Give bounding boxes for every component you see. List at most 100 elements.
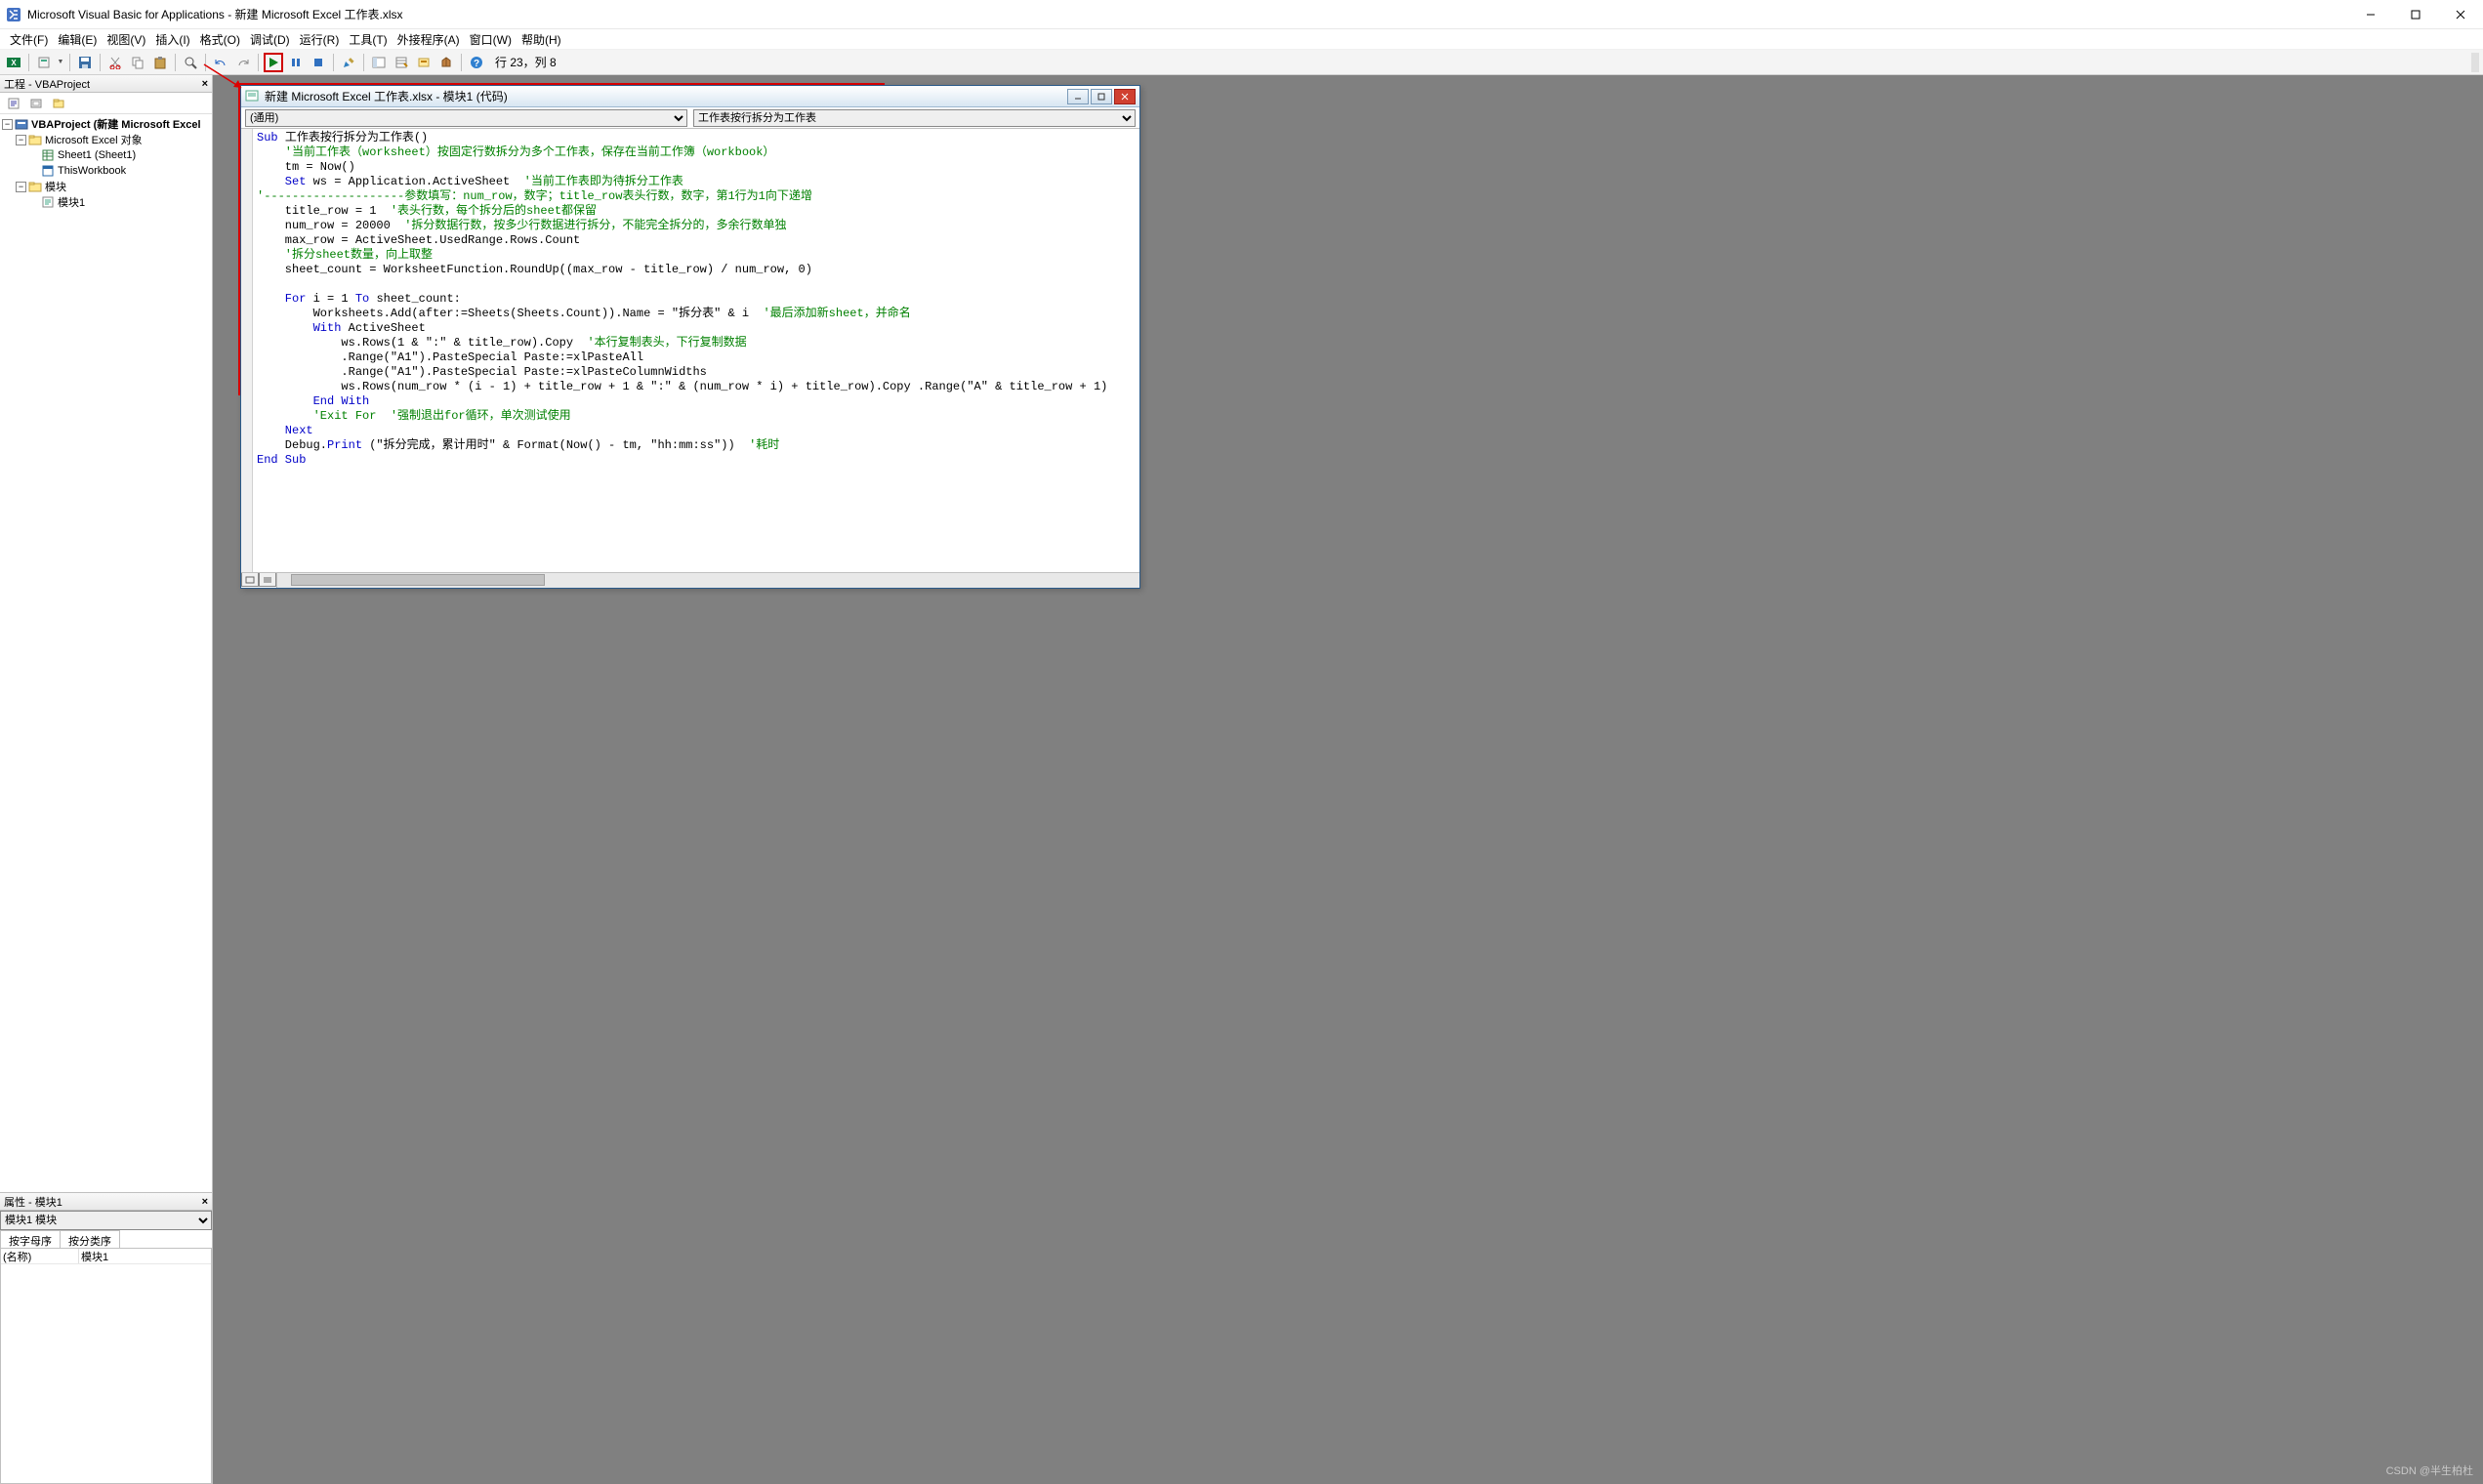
- project-icon: [15, 117, 28, 131]
- menu-format[interactable]: 格式(O): [196, 29, 244, 50]
- menu-help[interactable]: 帮助(H): [517, 29, 565, 50]
- menu-window[interactable]: 窗口(W): [466, 29, 516, 50]
- folder-icon: [28, 133, 42, 146]
- property-row[interactable]: (名称) 模块1: [1, 1249, 211, 1264]
- project-explorer-button[interactable]: [369, 53, 389, 72]
- tree-module1-label: 模块1: [58, 194, 85, 210]
- code-margin[interactable]: [241, 129, 253, 572]
- project-panel-title: 工程 - VBAProject: [4, 76, 90, 92]
- procedure-dropdown[interactable]: 工作表按行拆分为工作表: [693, 109, 1136, 127]
- menu-bar: 文件(F) 编辑(E) 视图(V) 插入(I) 格式(O) 调试(D) 运行(R…: [0, 29, 2483, 50]
- menu-edit[interactable]: 编辑(E): [54, 29, 101, 50]
- tree-modules-label: 模块: [45, 179, 66, 194]
- app-icon: [6, 7, 21, 22]
- paste-button[interactable]: [150, 53, 170, 72]
- tree-sheet1-label: Sheet1 (Sheet1): [58, 149, 136, 161]
- code-window-title: 新建 Microsoft Excel 工作表.xlsx - 模块1 (代码): [265, 88, 1067, 104]
- minimize-button[interactable]: [2348, 0, 2393, 29]
- scrollbar-thumb[interactable]: [291, 574, 545, 586]
- menu-file[interactable]: 文件(F): [6, 29, 52, 50]
- property-value[interactable]: 模块1: [79, 1249, 211, 1263]
- title-bar: Microsoft Visual Basic for Applications …: [0, 0, 2483, 29]
- watermark: CSDN @半生柏杜: [2386, 1463, 2473, 1478]
- properties-panel: 模块1 模块 按字母序 按分类序 (名称) 模块1: [0, 1211, 212, 1484]
- redo-button[interactable]: [233, 53, 253, 72]
- maximize-button[interactable]: [2393, 0, 2438, 29]
- code-window-maximize[interactable]: [1091, 89, 1112, 104]
- properties-grid[interactable]: (名称) 模块1: [0, 1248, 212, 1484]
- full-module-view-button[interactable]: [259, 573, 276, 587]
- tree-thisworkbook[interactable]: ThisWorkbook: [2, 163, 210, 179]
- menu-view[interactable]: 视图(V): [103, 29, 149, 50]
- sheet-icon: [41, 148, 55, 162]
- properties-panel-close[interactable]: ×: [202, 1196, 208, 1208]
- code-window-minimize[interactable]: [1067, 89, 1089, 104]
- menu-run[interactable]: 运行(R): [296, 29, 344, 50]
- project-tree[interactable]: − VBAProject (新建 Microsoft Excel − Micro…: [0, 114, 212, 1193]
- find-button[interactable]: [181, 53, 200, 72]
- properties-panel-title: 属性 - 模块1: [4, 1194, 62, 1210]
- toolbar-grip[interactable]: [2471, 53, 2479, 72]
- toggle-folders-button[interactable]: [49, 94, 68, 113]
- code-window-dropdowns: (通用) 工作表按行拆分为工作表: [241, 107, 1139, 129]
- project-toolbar: [0, 93, 212, 114]
- expand-icon[interactable]: −: [16, 182, 26, 192]
- tree-root[interactable]: − VBAProject (新建 Microsoft Excel: [2, 116, 210, 132]
- workbook-icon: [41, 164, 55, 178]
- window-controls: [2348, 0, 2483, 29]
- code-window-icon: [245, 89, 261, 104]
- code-window: 新建 Microsoft Excel 工作表.xlsx - 模块1 (代码) (…: [240, 85, 1140, 589]
- tree-thisworkbook-label: ThisWorkbook: [58, 165, 126, 177]
- view-excel-button[interactable]: X: [4, 53, 23, 72]
- tree-module1[interactable]: 模块1: [2, 194, 210, 210]
- code-window-titlebar[interactable]: 新建 Microsoft Excel 工作表.xlsx - 模块1 (代码): [241, 86, 1139, 107]
- procedure-view-button[interactable]: [241, 573, 259, 587]
- mdi-area: 新建 Microsoft Excel 工作表.xlsx - 模块1 (代码) (…: [213, 75, 2483, 1484]
- project-panel-header: 工程 - VBAProject ×: [0, 75, 212, 93]
- folder-icon: [28, 180, 42, 193]
- menu-addins[interactable]: 外接程序(A): [393, 29, 464, 50]
- view-object-button[interactable]: [26, 94, 46, 113]
- code-window-controls: [1067, 89, 1136, 104]
- menu-debug[interactable]: 调试(D): [246, 29, 294, 50]
- svg-text:?: ?: [474, 59, 479, 69]
- properties-tabs: 按字母序 按分类序: [0, 1230, 212, 1248]
- module-icon: [41, 195, 55, 209]
- main-area: 工程 - VBAProject × − VBAProject (新建 Micro…: [0, 75, 2483, 1484]
- break-button[interactable]: [286, 53, 306, 72]
- insert-dropdown-arrow[interactable]: ▼: [57, 53, 64, 72]
- project-panel-close[interactable]: ×: [202, 78, 208, 90]
- property-name: (名称): [1, 1249, 79, 1263]
- cut-button[interactable]: [105, 53, 125, 72]
- object-dropdown[interactable]: (通用): [245, 109, 687, 127]
- code-window-close[interactable]: [1114, 89, 1136, 104]
- expand-icon[interactable]: −: [2, 119, 13, 130]
- horizontal-scrollbar[interactable]: [276, 573, 1139, 588]
- code-editor[interactable]: Sub 工作表按行拆分为工作表() '当前工作表（worksheet）按固定行数…: [253, 129, 1139, 572]
- object-browser-button[interactable]: [414, 53, 434, 72]
- reset-button[interactable]: [309, 53, 328, 72]
- tree-sheet1[interactable]: Sheet1 (Sheet1): [2, 147, 210, 163]
- design-mode-button[interactable]: [339, 53, 358, 72]
- window-title: Microsoft Visual Basic for Applications …: [27, 6, 2348, 22]
- expand-icon[interactable]: −: [16, 135, 26, 145]
- undo-button[interactable]: [211, 53, 230, 72]
- tab-alphabetic[interactable]: 按字母序: [0, 1230, 60, 1248]
- save-button[interactable]: [75, 53, 95, 72]
- properties-panel-header: 属性 - 模块1 ×: [0, 1193, 212, 1211]
- properties-object-dropdown[interactable]: 模块1 模块: [0, 1211, 212, 1230]
- run-button[interactable]: [264, 53, 283, 72]
- close-button[interactable]: [2438, 0, 2483, 29]
- view-code-button[interactable]: [4, 94, 23, 113]
- properties-button[interactable]: [392, 53, 411, 72]
- help-button[interactable]: ?: [467, 53, 486, 72]
- toolbox-button[interactable]: [436, 53, 456, 72]
- copy-button[interactable]: [128, 53, 147, 72]
- insert-item-button[interactable]: [34, 53, 54, 72]
- menu-insert[interactable]: 插入(I): [151, 29, 193, 50]
- tree-objects-folder[interactable]: − Microsoft Excel 对象: [2, 132, 210, 147]
- tree-objects-label: Microsoft Excel 对象: [45, 132, 143, 147]
- tree-modules-folder[interactable]: − 模块: [2, 179, 210, 194]
- menu-tools[interactable]: 工具(T): [345, 29, 391, 50]
- tab-categorized[interactable]: 按分类序: [60, 1230, 120, 1248]
